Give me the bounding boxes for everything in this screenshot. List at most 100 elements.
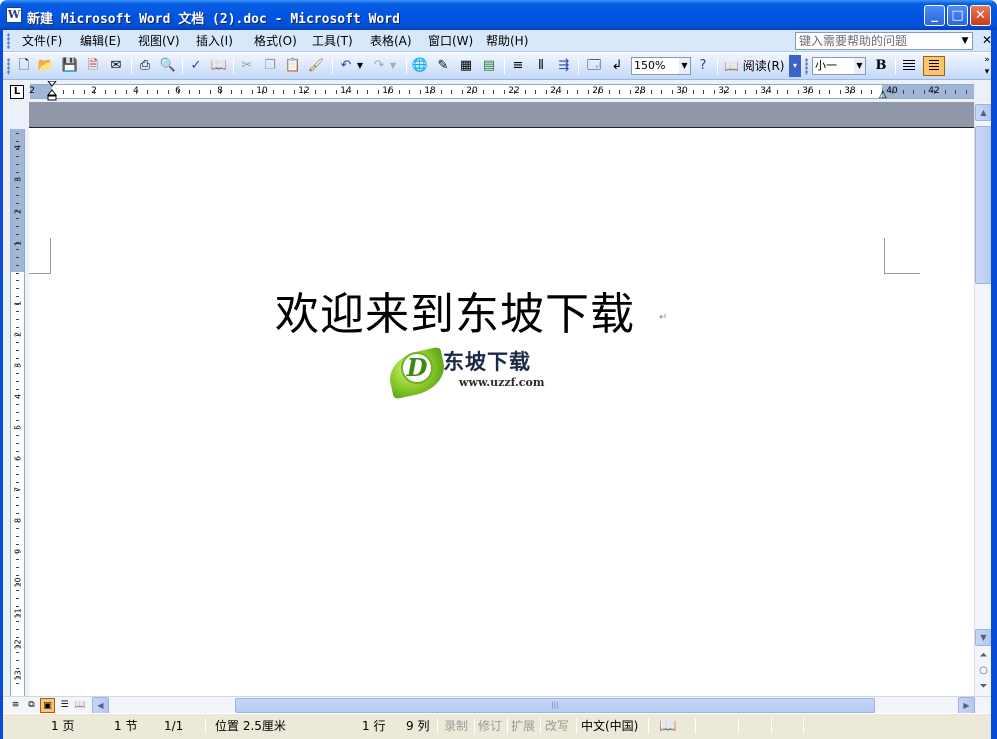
print-icon[interactable]: ⎙ bbox=[136, 57, 154, 75]
ruler-tick bbox=[514, 90, 515, 94]
vertical-scroll-thumb[interactable] bbox=[975, 126, 992, 284]
print-preview-icon[interactable]: 🔍 bbox=[159, 57, 177, 75]
status-extend[interactable]: 扩展 bbox=[511, 717, 535, 735]
ruler-tick bbox=[955, 90, 956, 94]
web-view-icon[interactable]: ⧉ bbox=[24, 698, 39, 713]
horizontal-scroll-thumb[interactable]: ||| bbox=[235, 698, 875, 713]
menu-file[interactable]: 文件(F) bbox=[22, 33, 62, 49]
show-hide-icon[interactable]: ↲ bbox=[608, 57, 626, 75]
save-icon[interactable]: 💾 bbox=[61, 57, 79, 75]
status-overtype[interactable]: 改写 bbox=[545, 717, 569, 735]
reading-view-icon[interactable]: 📖 bbox=[73, 698, 88, 713]
scroll-up-icon[interactable]: ▲ bbox=[975, 104, 992, 121]
ruler-tick bbox=[16, 141, 19, 142]
ruler-tick bbox=[16, 218, 19, 219]
select-browse-object-icon[interactable]: ○ bbox=[975, 663, 992, 680]
ruler-tick bbox=[493, 90, 494, 94]
toolbar-grip[interactable] bbox=[7, 58, 10, 75]
email-icon[interactable]: ✉ bbox=[107, 57, 125, 75]
next-page-icon[interactable]: ⏷ bbox=[975, 679, 992, 696]
scroll-down-icon[interactable]: ▼ bbox=[975, 629, 992, 646]
undo-dropdown-icon[interactable]: ▼ bbox=[355, 57, 365, 75]
document-area[interactable]: 欢迎来到东坡下载 ↵ D 东坡下载 www.uzzf.com bbox=[29, 102, 974, 696]
undo-icon[interactable]: ↶ bbox=[337, 57, 355, 75]
align-justify-icon[interactable] bbox=[900, 57, 918, 75]
format-painter-icon[interactable]: 🖌 bbox=[307, 57, 325, 75]
ruler-tick bbox=[16, 621, 19, 622]
ruler-tick bbox=[16, 404, 19, 405]
menu-format[interactable]: 格式(O) bbox=[254, 33, 297, 49]
help-search-input[interactable]: 键入需要帮助的问题 ▼ bbox=[795, 32, 973, 50]
cut-icon[interactable]: ✂ bbox=[238, 57, 256, 75]
redo-icon[interactable]: ↷ bbox=[370, 57, 388, 75]
ruler-tick bbox=[546, 90, 547, 94]
open-folder-icon[interactable]: 📂 bbox=[37, 57, 55, 75]
document-map-icon[interactable]: ⇶ bbox=[555, 57, 573, 75]
ruler-tick bbox=[913, 90, 914, 94]
right-indent-icon[interactable]: △ bbox=[879, 89, 887, 100]
vertical-scrollbar[interactable]: ▲ ▼ ⏶ ○ ⏷ bbox=[974, 102, 992, 696]
horizontal-ruler[interactable]: 224681012141618202224262830323436384042 bbox=[29, 84, 974, 99]
vertical-ruler[interactable]: 432112345678910111213 bbox=[10, 129, 25, 696]
permission-icon[interactable]: 🗎 bbox=[84, 57, 102, 75]
chevron-down-icon[interactable]: ▼ bbox=[679, 58, 690, 74]
columns-icon[interactable]: ≡ bbox=[509, 57, 527, 75]
read-button[interactable]: 📖 阅读(R) bbox=[724, 57, 784, 75]
menu-edit[interactable]: 编辑(E) bbox=[80, 33, 121, 49]
menu-insert[interactable]: 插入(I) bbox=[196, 33, 233, 49]
new-doc-icon[interactable]: 🗋 bbox=[15, 57, 33, 75]
copy-icon[interactable]: ❐ bbox=[261, 57, 279, 75]
insert-table-icon[interactable]: ▦ bbox=[457, 57, 475, 75]
scroll-left-icon[interactable]: ◀ bbox=[92, 697, 109, 714]
ruler-tick bbox=[504, 90, 505, 94]
tab-selector[interactable]: L bbox=[10, 85, 24, 99]
paste-icon[interactable]: 📋 bbox=[284, 57, 302, 75]
research-icon[interactable]: 📖 bbox=[210, 57, 228, 75]
zoom-select[interactable]: 150% ▼ bbox=[631, 57, 691, 75]
menu-grip[interactable] bbox=[7, 33, 10, 49]
ruler-tick bbox=[787, 90, 788, 94]
menu-help[interactable]: 帮助(H) bbox=[486, 33, 528, 49]
chevron-down-icon[interactable]: ▼ bbox=[854, 58, 865, 74]
print-view-icon[interactable]: ▣ bbox=[40, 698, 55, 713]
ruler-tick bbox=[283, 90, 284, 94]
book-icon: 📖 bbox=[724, 59, 739, 73]
normal-view-icon[interactable]: ≡ bbox=[8, 698, 23, 713]
format-toolbar-grip[interactable] bbox=[805, 58, 808, 75]
hyperlink-icon[interactable]: 🌐 bbox=[411, 57, 429, 75]
insert-excel-icon[interactable]: ▤ bbox=[480, 57, 498, 75]
title-bar[interactable]: W 新建 Microsoft Word 文档 (2).doc - Microso… bbox=[0, 0, 997, 30]
close-button[interactable]: ✕ bbox=[970, 5, 991, 26]
spelling-icon[interactable]: ✓ bbox=[187, 57, 205, 75]
font-size-select[interactable]: 小一 ▼ bbox=[812, 57, 866, 75]
document-map-pane-icon[interactable]: 🗔 bbox=[585, 57, 603, 75]
bold-button[interactable]: B bbox=[872, 57, 890, 75]
ruler-tick bbox=[16, 327, 19, 328]
tables-borders-icon[interactable]: ✎ bbox=[434, 57, 452, 75]
drawing-icon[interactable]: ⫴ bbox=[532, 57, 550, 75]
toolbar-options-icon[interactable]: ▾ bbox=[789, 55, 801, 77]
help-icon[interactable]: ? bbox=[694, 57, 712, 75]
word-app-icon[interactable]: W bbox=[6, 7, 22, 23]
maximize-button[interactable]: □ bbox=[947, 5, 968, 26]
status-track-changes[interactable]: 修订 bbox=[478, 717, 502, 735]
help-search-placeholder: 键入需要帮助的问题 bbox=[799, 34, 908, 48]
ruler-tick bbox=[346, 90, 347, 94]
ruler-tick bbox=[16, 505, 19, 506]
help-dropdown-icon[interactable]: ▼ bbox=[958, 33, 972, 49]
redo-dropdown-icon[interactable]: ▼ bbox=[388, 57, 398, 75]
indent-marker-icon[interactable] bbox=[47, 81, 57, 101]
menu-table[interactable]: 表格(A) bbox=[370, 33, 412, 49]
menu-view[interactable]: 视图(V) bbox=[138, 33, 180, 49]
outline-view-icon[interactable]: ☰ bbox=[57, 698, 72, 713]
menu-tools[interactable]: 工具(T) bbox=[312, 33, 353, 49]
ruler-tick bbox=[16, 513, 19, 514]
menu-window[interactable]: 窗口(W) bbox=[428, 33, 473, 49]
scroll-right-icon[interactable]: ▶ bbox=[958, 697, 975, 714]
document-heading[interactable]: 欢迎来到东坡下载 bbox=[275, 278, 635, 342]
align-center-icon[interactable] bbox=[923, 56, 945, 76]
ruler-tick bbox=[16, 435, 19, 436]
spelling-status-icon[interactable]: 📖 bbox=[659, 717, 676, 735]
status-record[interactable]: 录制 bbox=[444, 717, 468, 735]
minimize-button[interactable]: _ bbox=[924, 5, 945, 26]
